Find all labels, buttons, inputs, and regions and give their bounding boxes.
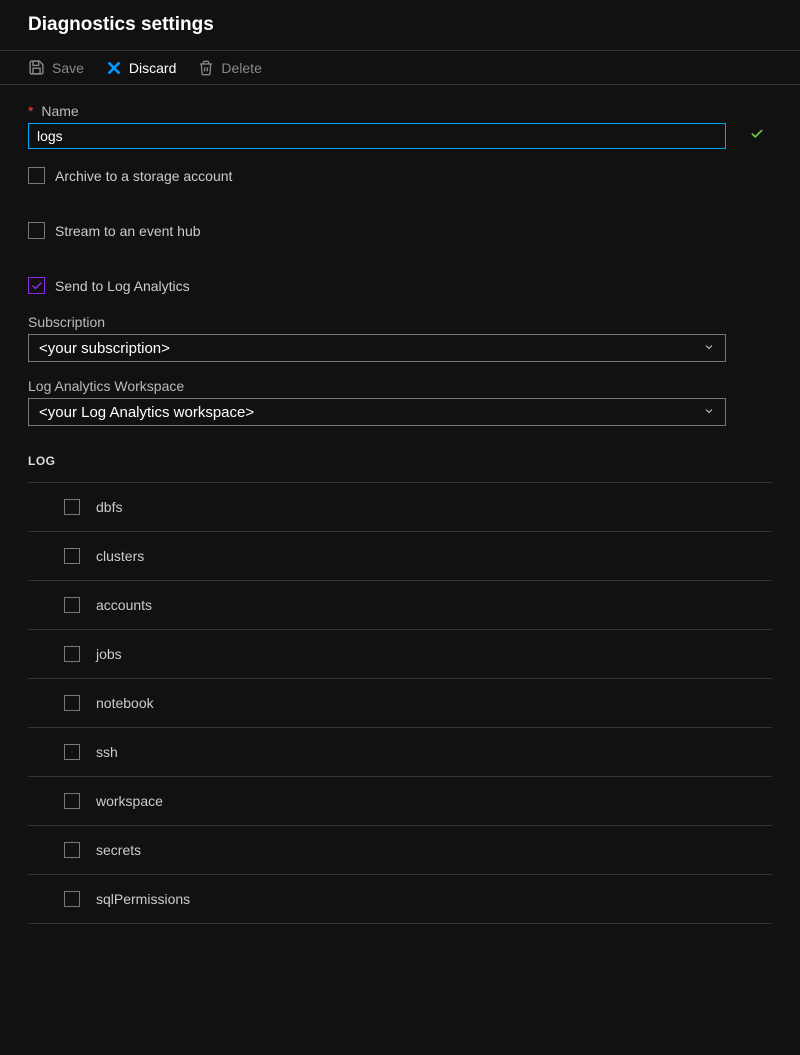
- log-checkbox[interactable]: [64, 646, 80, 662]
- log-label: clusters: [96, 548, 144, 564]
- log-label: ssh: [96, 744, 118, 760]
- workspace-label: Log Analytics Workspace: [28, 378, 772, 394]
- toolbar: Save Discard Delete: [0, 51, 800, 85]
- stream-label: Stream to an event hub: [55, 223, 201, 239]
- log-row[interactable]: sqlPermissions: [28, 875, 772, 924]
- log-row[interactable]: secrets: [28, 826, 772, 875]
- name-label: * Name: [28, 103, 772, 119]
- archive-checkbox-row[interactable]: Archive to a storage account: [28, 167, 772, 184]
- workspace-section: Log Analytics Workspace <your Log Analyt…: [28, 378, 772, 426]
- log-row[interactable]: notebook: [28, 679, 772, 728]
- required-indicator: *: [28, 103, 33, 119]
- log-label: accounts: [96, 597, 152, 613]
- delete-button[interactable]: Delete: [198, 60, 261, 76]
- subscription-value: <your subscription>: [39, 340, 170, 357]
- archive-label: Archive to a storage account: [55, 168, 232, 184]
- log-list: dbfs clusters accounts jobs notebook ssh…: [28, 482, 772, 924]
- valid-check-icon: [750, 127, 764, 145]
- log-checkbox[interactable]: [64, 744, 80, 760]
- log-checkbox[interactable]: [64, 499, 80, 515]
- chevron-down-icon: [703, 340, 715, 357]
- form-content: * Name Archive to a storage account Stre…: [0, 85, 800, 942]
- log-checkbox[interactable]: [64, 548, 80, 564]
- page-title: Diagnostics settings: [28, 14, 772, 36]
- log-analytics-label: Send to Log Analytics: [55, 278, 190, 294]
- log-label: notebook: [96, 695, 154, 711]
- subscription-label: Subscription: [28, 314, 772, 330]
- log-analytics-checkbox-row[interactable]: Send to Log Analytics: [28, 277, 772, 294]
- log-row[interactable]: ssh: [28, 728, 772, 777]
- log-checkbox[interactable]: [64, 842, 80, 858]
- discard-label: Discard: [129, 60, 176, 76]
- workspace-value: <your Log Analytics workspace>: [39, 404, 254, 421]
- save-button[interactable]: Save: [28, 59, 84, 76]
- discard-button[interactable]: Discard: [106, 60, 176, 76]
- log-row[interactable]: clusters: [28, 532, 772, 581]
- name-input-wrap: [28, 123, 772, 149]
- log-row[interactable]: accounts: [28, 581, 772, 630]
- log-label: dbfs: [96, 499, 122, 515]
- name-input[interactable]: [28, 123, 726, 149]
- log-label: secrets: [96, 842, 141, 858]
- log-label: workspace: [96, 793, 163, 809]
- log-checkbox[interactable]: [64, 891, 80, 907]
- stream-checkbox[interactable]: [28, 222, 45, 239]
- log-row[interactable]: jobs: [28, 630, 772, 679]
- page-header: Diagnostics settings: [0, 0, 800, 51]
- log-row[interactable]: workspace: [28, 777, 772, 826]
- log-section-heading: LOG: [28, 454, 772, 468]
- stream-checkbox-row[interactable]: Stream to an event hub: [28, 222, 772, 239]
- log-analytics-checkbox[interactable]: [28, 277, 45, 294]
- log-checkbox[interactable]: [64, 793, 80, 809]
- save-label: Save: [52, 60, 84, 76]
- archive-checkbox[interactable]: [28, 167, 45, 184]
- subscription-section: Subscription <your subscription>: [28, 314, 772, 362]
- delete-icon: [198, 60, 214, 76]
- save-icon: [28, 59, 45, 76]
- log-checkbox[interactable]: [64, 695, 80, 711]
- log-label: jobs: [96, 646, 122, 662]
- workspace-dropdown[interactable]: <your Log Analytics workspace>: [28, 398, 726, 426]
- delete-label: Delete: [221, 60, 261, 76]
- log-label: sqlPermissions: [96, 891, 190, 907]
- log-checkbox[interactable]: [64, 597, 80, 613]
- subscription-dropdown[interactable]: <your subscription>: [28, 334, 726, 362]
- log-row[interactable]: dbfs: [28, 483, 772, 532]
- discard-icon: [106, 60, 122, 76]
- chevron-down-icon: [703, 404, 715, 421]
